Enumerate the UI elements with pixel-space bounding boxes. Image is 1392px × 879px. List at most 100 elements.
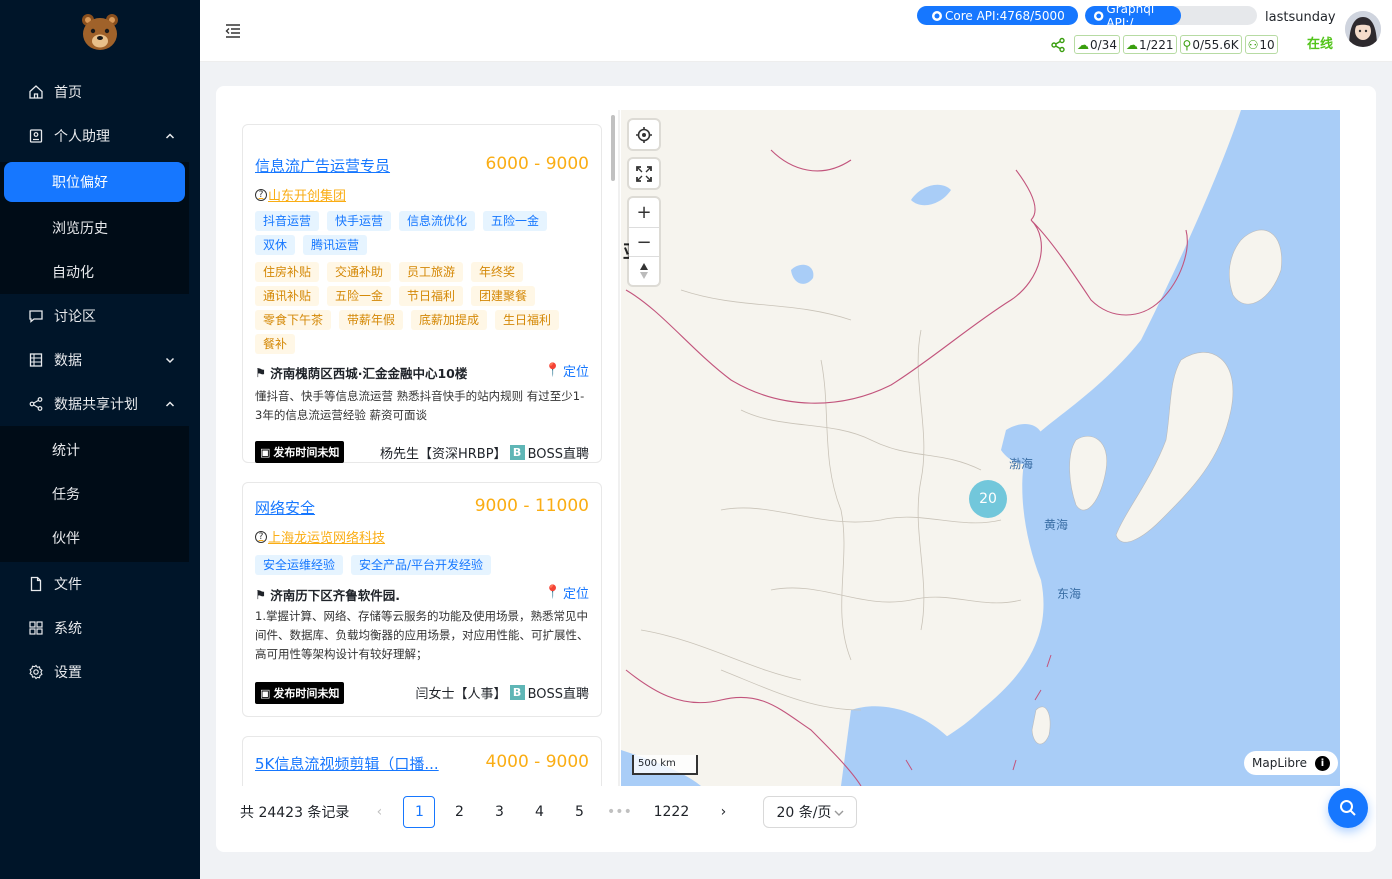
company-name: 山东开创集团 [268, 189, 347, 204]
menu-files[interactable]: 文件 [0, 562, 200, 606]
job-address: ⚑ 济南槐荫区西城·汇金金融中心10楼 [255, 363, 467, 382]
job-card[interactable]: 5K信息流视频剪辑（口播... 4000 - 9000 [242, 736, 602, 786]
question-icon: ? [255, 188, 267, 201]
menu-browse-history-label: 浏览历史 [52, 221, 108, 237]
skill-tag: 双休 [255, 235, 296, 255]
zoom-out-icon[interactable]: − [629, 227, 659, 256]
assistant-submenu: 职位偏好 浏览历史 自动化 [0, 162, 189, 294]
menu-home-label: 首页 [54, 85, 82, 101]
assistant-icon [28, 128, 44, 144]
job-title[interactable]: 5K信息流视频剪辑（口播... [255, 753, 439, 774]
split-divider[interactable] [618, 110, 620, 786]
menu-settings[interactable]: 设置 [0, 650, 200, 694]
company-name: 上海龙运览网络科技 [268, 531, 386, 546]
download-stat: ☁ 1/221 [1122, 35, 1177, 54]
company-link[interactable]: ? 上海龙运览网络科技 [255, 527, 385, 546]
floating-search-button[interactable] [1328, 788, 1368, 828]
menu-job-preference[interactable]: 职位偏好 [4, 162, 185, 202]
job-salary: 6000 - 9000 [485, 154, 589, 174]
cluster-count: 20 [979, 491, 997, 507]
publish-time-badge: ▣ 发布时间未知 [255, 441, 345, 463]
info-icon[interactable]: i [1315, 755, 1331, 771]
job-cluster-marker[interactable]: 20 [969, 480, 1007, 518]
menu-data-share[interactable]: 数据共享计划 [0, 382, 200, 426]
job-card[interactable]: 信息流广告运营专员 6000 - 9000 ? 山东开创集团 抖音运营 快手运营… [242, 124, 602, 463]
username[interactable]: lastsunday [1265, 10, 1336, 25]
share-icon[interactable] [1050, 37, 1066, 53]
list-scrollbar[interactable] [611, 115, 615, 181]
logo[interactable] [0, 0, 200, 64]
graphql-api-label: Graphql API:/ [1106, 6, 1155, 25]
geolocate-control[interactable] [629, 120, 659, 149]
platform-name: BOSS直聘 [527, 687, 589, 702]
menu-automation-label: 自动化 [52, 265, 94, 281]
map-attribution[interactable]: MapLibre i [1244, 751, 1339, 775]
core-api-label: Core API:4768/5000 [945, 8, 1065, 23]
publish-time-badge: ▣ 发布时间未知 [255, 682, 345, 704]
locate-button[interactable]: 📍 定位 [545, 361, 589, 380]
next-page-button[interactable]: › [707, 796, 739, 828]
prev-page-button[interactable]: ‹ [363, 796, 395, 828]
map-canvas[interactable] [621, 110, 1340, 786]
menu-browse-history[interactable]: 浏览历史 [0, 206, 189, 250]
menu-partners[interactable]: 伙伴 [0, 516, 189, 560]
jump-next-ellipsis[interactable]: ••• [603, 796, 635, 828]
menu-tasks[interactable]: 任务 [0, 472, 189, 516]
menu-statistics[interactable]: 统计 [0, 428, 189, 472]
calendar-icon: ▣ [260, 445, 271, 459]
publish-time: 发布时间未知 [273, 446, 340, 459]
graphql-api-status[interactable]: Graphql API:/ [1085, 6, 1257, 25]
job-title[interactable]: 信息流广告运营专员 [255, 155, 390, 176]
header: Core API:4768/5000 Graphql API:/ ☁ 0/34 … [200, 0, 1392, 62]
page-button-5[interactable]: 5 [563, 796, 595, 828]
skill-tags: 抖音运营 快手运营 信息流优化 五险一金 双休 腾讯运营 [255, 211, 591, 255]
welfare-tag: 员工旅游 [399, 262, 464, 282]
online-status: 在线 [1307, 37, 1334, 52]
menu-tasks-label: 任务 [52, 487, 80, 503]
welfare-tag: 生日福利 [495, 310, 560, 330]
zoom-in-icon[interactable]: + [629, 198, 659, 227]
job-address-text: 济南历下区齐鲁软件园. [270, 588, 400, 603]
locate-label: 定位 [562, 365, 589, 380]
github-icon [1093, 10, 1104, 21]
page-button-4[interactable]: 4 [523, 796, 555, 828]
compass-icon[interactable] [629, 256, 659, 285]
menu-automation[interactable]: 自动化 [0, 250, 189, 294]
menu-discussion[interactable]: 讨论区 [0, 294, 200, 338]
menu-data[interactable]: 数据 [0, 338, 200, 382]
job-description: 懂抖音、快手等信息流运营 熟悉抖音快手的站内规则 有过至少1-3年的信息流运营经… [255, 389, 585, 422]
avatar[interactable] [1345, 11, 1381, 47]
geolocate-icon[interactable] [629, 120, 659, 149]
job-title[interactable]: 网络安全 [255, 497, 315, 518]
menu-assistant-label: 个人助理 [54, 129, 110, 145]
fullscreen-icon[interactable] [629, 159, 659, 188]
cloud-upload-icon: ☁ [1077, 37, 1089, 52]
skill-tag: 安全产品/平台开发经验 [351, 555, 492, 575]
menu-system[interactable]: 系统 [0, 606, 200, 650]
recruiter-info: 杨先生【资深HRBP】 B BOSS直聘 [380, 443, 589, 462]
welfare-tag: 五险一金 [327, 286, 392, 306]
menu-system-label: 系统 [54, 621, 82, 637]
job-card[interactable]: 网络安全 9000 - 11000 ? 上海龙运览网络科技 安全运维经验 安全产… [242, 482, 602, 717]
locate-button[interactable]: 📍 定位 [545, 583, 589, 602]
menu-files-label: 文件 [54, 577, 82, 593]
menu-home[interactable]: 首页 [0, 70, 200, 114]
page-button-2[interactable]: 2 [443, 796, 475, 828]
job-list[interactable]: 信息流广告运营专员 6000 - 9000 ? 山东开创集团 抖音运营 快手运营… [216, 110, 618, 786]
fullscreen-control[interactable] [629, 159, 659, 188]
file-icon [28, 576, 44, 592]
page-button-last[interactable]: 1222 [643, 796, 699, 828]
page-size-select[interactable]: 20 条/页 [763, 796, 858, 828]
locate-label: 定位 [562, 587, 589, 602]
core-api-status[interactable]: Core API:4768/5000 [917, 6, 1078, 25]
map-view[interactable]: 渤海 黄海 东海 亚洲 20 + − 500 km MapLibre i [621, 110, 1340, 786]
skill-tag: 五险一金 [483, 211, 548, 231]
page-button-3[interactable]: 3 [483, 796, 515, 828]
job-address: ⚑ 济南历下区齐鲁软件园. [255, 585, 400, 604]
menu-fold-icon[interactable] [224, 22, 242, 40]
company-link[interactable]: ? 山东开创集团 [255, 185, 346, 204]
menu-assistant[interactable]: 个人助理 [0, 114, 200, 158]
attribution-text: MapLibre [1252, 756, 1308, 770]
upload-stat: ☁ 0/34 [1074, 35, 1120, 54]
page-button-1[interactable]: 1 [403, 796, 436, 828]
